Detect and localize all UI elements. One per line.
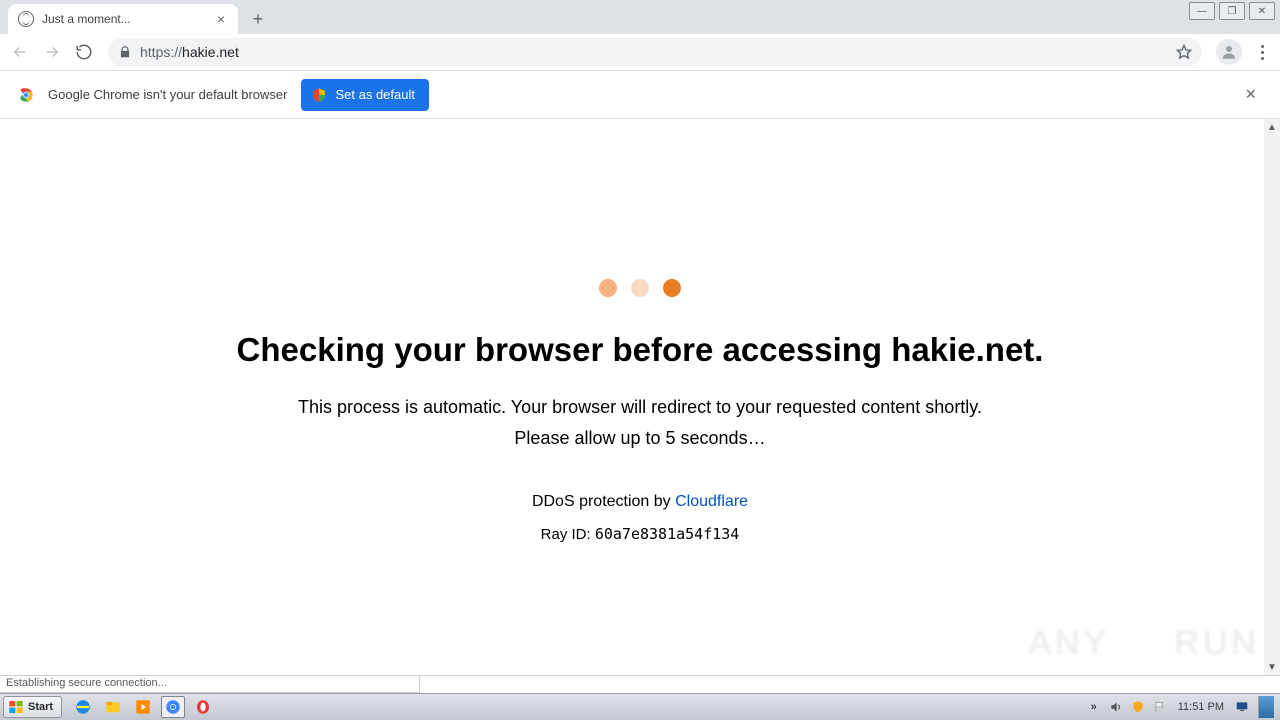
taskbar-chrome-icon[interactable] <box>161 696 185 718</box>
default-browser-infobar: Google Chrome isn't your default browser… <box>0 71 1280 119</box>
monitor-icon[interactable] <box>1234 699 1250 715</box>
anyrun-watermark: ANY RUN <box>1028 621 1260 665</box>
shield-icon <box>311 87 327 103</box>
browser-statusbar: Establishing secure connection... <box>0 675 1280 693</box>
cloudflare-link[interactable]: Cloudflare <box>675 493 748 510</box>
set-default-label: Set as default <box>335 87 415 102</box>
taskbar-explorer-icon[interactable] <box>101 696 125 718</box>
start-label: Start <box>28 701 53 713</box>
scroll-up-icon[interactable]: ▲ <box>1264 119 1280 135</box>
volume-icon[interactable] <box>1108 699 1124 715</box>
bookmark-star-icon[interactable] <box>1176 44 1192 60</box>
window-close-button[interactable]: ✕ <box>1249 2 1275 20</box>
taskbar-ie-icon[interactable] <box>71 696 95 718</box>
loading-dots-icon <box>140 279 1140 297</box>
windows-logo-icon <box>8 699 24 715</box>
windows-taskbar: Start » 11:51 PM <box>0 693 1280 720</box>
lock-icon <box>118 45 132 59</box>
chrome-menu-button[interactable] <box>1250 41 1274 64</box>
cloudflare-line2: Please allow up to 5 seconds… <box>140 428 1140 449</box>
start-button[interactable]: Start <box>3 696 62 718</box>
browser-tab[interactable]: Just a moment... × <box>8 4 238 34</box>
ray-id-line: Ray ID: 60a7e8381a54f134 <box>140 525 1140 543</box>
reload-button[interactable] <box>70 38 98 66</box>
vertical-scrollbar[interactable]: ▲ ▼ <box>1264 119 1280 675</box>
page-viewport: Checking your browser before accessing h… <box>0 119 1280 675</box>
browser-titlebar: Just a moment... × + — ❐ ✕ <box>0 0 1280 34</box>
chrome-logo-icon <box>16 85 36 105</box>
globe-icon <box>18 11 34 27</box>
browser-toolbar: https://hakie.net <box>0 34 1280 71</box>
show-desktop-button[interactable] <box>1258 696 1274 718</box>
infobar-message: Google Chrome isn't your default browser <box>48 87 287 102</box>
tab-title: Just a moment... <box>42 12 214 26</box>
back-button[interactable] <box>6 38 34 66</box>
taskbar-media-icon[interactable] <box>131 696 155 718</box>
set-default-button[interactable]: Set as default <box>301 79 429 111</box>
new-tab-button[interactable]: + <box>244 5 272 33</box>
cloudflare-heading: Checking your browser before accessing h… <box>140 331 1140 369</box>
tab-close-button[interactable]: × <box>214 11 228 27</box>
status-text: Establishing secure connection... <box>0 675 420 693</box>
security-shield-icon[interactable] <box>1130 699 1146 715</box>
infobar-close-button[interactable]: × <box>1237 80 1264 109</box>
cloudflare-line1: This process is automatic. Your browser … <box>140 397 1140 418</box>
url-text: https://hakie.net <box>140 44 1170 60</box>
window-minimize-button[interactable]: — <box>1189 2 1215 20</box>
profile-avatar-button[interactable] <box>1216 39 1242 65</box>
window-maximize-button[interactable]: ❐ <box>1219 2 1245 20</box>
address-bar[interactable]: https://hakie.net <box>108 38 1202 66</box>
system-tray: » 11:51 PM <box>1086 696 1280 718</box>
taskbar-clock[interactable]: 11:51 PM <box>1174 701 1228 713</box>
forward-button[interactable] <box>38 38 66 66</box>
tray-expand-icon[interactable]: » <box>1086 699 1102 715</box>
taskbar-opera-icon[interactable] <box>191 696 215 718</box>
ray-id-value: 60a7e8381a54f134 <box>595 525 740 543</box>
scroll-down-icon[interactable]: ▼ <box>1264 659 1280 675</box>
flag-icon[interactable] <box>1152 699 1168 715</box>
ddos-attribution: DDoS protection by Cloudflare <box>140 493 1140 511</box>
